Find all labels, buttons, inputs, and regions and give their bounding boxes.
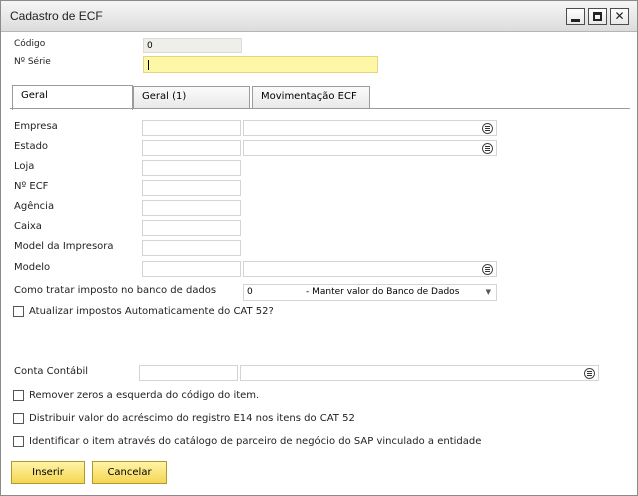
list-lookup-icon[interactable]	[584, 368, 595, 379]
distribuir-checkbox[interactable]	[13, 413, 24, 424]
remover-zeros-label: Remover zeros a esquerda do código do it…	[29, 390, 260, 401]
modelo-name-input[interactable]	[243, 261, 497, 277]
title-bar[interactable]: Cadastro de ECF ✕	[1, 1, 637, 32]
remover-zeros-checkbox[interactable]	[13, 390, 24, 401]
empresa-label: Empresa	[14, 121, 58, 132]
cancelar-button-label: Cancelar	[107, 467, 152, 478]
serie-label: Nº Série	[14, 57, 51, 67]
list-lookup-icon[interactable]	[482, 123, 493, 134]
identificar-label: Identificar o item através do catálogo d…	[29, 436, 482, 447]
necf-input[interactable]	[142, 180, 241, 196]
codigo-value: 0	[147, 41, 153, 51]
model-impressora-input[interactable]	[142, 240, 241, 256]
modelo-label: Modelo	[14, 262, 51, 273]
codigo-field: 0	[143, 38, 242, 53]
tab-geral-1-label: Geral (1)	[142, 91, 187, 102]
caixa-label: Caixa	[14, 221, 42, 232]
maximize-icon	[593, 12, 602, 21]
estado-code-input[interactable]	[142, 140, 241, 156]
loja-label: Loja	[14, 161, 35, 172]
caixa-input[interactable]	[142, 220, 241, 236]
atualizar-label: Atualizar impostos Automaticamente do CA…	[29, 306, 274, 317]
imposto-code: 0	[247, 287, 253, 297]
modelo-code-input[interactable]	[142, 261, 241, 277]
minimize-button[interactable]	[566, 8, 585, 25]
necf-label: Nº ECF	[14, 181, 49, 192]
conta-contabil-code-input[interactable]	[139, 365, 238, 381]
tab-movimentacao-ecf-label: Movimentação ECF	[261, 91, 357, 102]
maximize-button[interactable]	[588, 8, 607, 25]
minimize-icon	[571, 19, 580, 22]
model-impressora-label: Model da Impresora	[14, 241, 114, 252]
list-lookup-icon[interactable]	[482, 264, 493, 275]
empresa-name-input[interactable]	[243, 120, 497, 136]
conta-contabil-label: Conta Contábil	[14, 366, 89, 377]
inserir-button[interactable]: Inserir	[11, 461, 85, 484]
loja-input[interactable]	[142, 160, 241, 176]
estado-label: Estado	[14, 141, 49, 152]
inserir-button-label: Inserir	[32, 467, 64, 478]
empresa-code-input[interactable]	[142, 120, 241, 136]
conta-contabil-name-input[interactable]	[240, 365, 599, 381]
serie-input[interactable]	[143, 56, 378, 73]
imposto-label: Como tratar imposto no banco de dados	[14, 285, 217, 296]
agencia-label: Agência	[14, 201, 55, 212]
codigo-label: Código	[14, 39, 46, 49]
text-caret	[148, 60, 149, 70]
list-lookup-icon[interactable]	[482, 143, 493, 154]
imposto-desc: - Manter valor do Banco de Dados	[306, 287, 460, 297]
chevron-down-icon: ▼	[485, 288, 491, 296]
imposto-select[interactable]: 0 - Manter valor do Banco de Dados ▼	[243, 284, 497, 301]
cancelar-button[interactable]: Cancelar	[92, 461, 167, 484]
atualizar-checkbox[interactable]	[13, 306, 24, 317]
distribuir-label: Distribuir valor do acréscimo do registr…	[29, 413, 355, 424]
tab-geral-1[interactable]: Geral (1)	[133, 86, 250, 108]
window-title: Cadastro de ECF	[10, 9, 103, 23]
agencia-input[interactable]	[142, 200, 241, 216]
tab-movimentacao-ecf[interactable]: Movimentação ECF	[252, 86, 370, 108]
tab-panel	[10, 108, 630, 454]
close-icon: ✕	[614, 9, 625, 23]
identificar-checkbox[interactable]	[13, 436, 24, 447]
close-button[interactable]: ✕	[610, 8, 629, 25]
tab-geral[interactable]: Geral	[12, 85, 133, 110]
tab-geral-label: Geral	[21, 90, 48, 101]
ecf-window: Cadastro de ECF ✕ Código 0 Nº Série Gera…	[0, 0, 638, 496]
estado-name-input[interactable]	[243, 140, 497, 156]
